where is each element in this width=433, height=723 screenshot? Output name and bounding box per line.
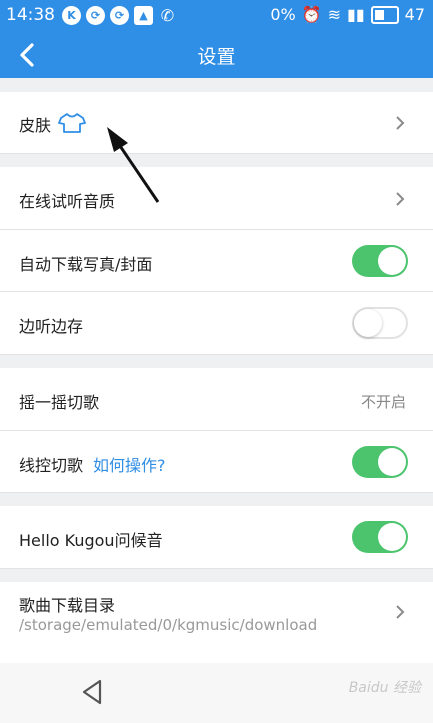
listen-and-save-toggle[interactable]	[352, 307, 408, 339]
setting-online-quality[interactable]: 在线试听音质	[0, 167, 433, 230]
greeting-label: Hello Kugou问候音	[19, 531, 163, 550]
chevron-right-icon	[396, 192, 405, 206]
setting-skin[interactable]: 皮肤	[0, 92, 433, 154]
status-right: 0% ⏰ ≋ ▮▮ 47	[270, 5, 425, 24]
tshirt-icon	[58, 113, 86, 133]
status-time: 14:38	[6, 5, 55, 25]
setting-listen-and-save: 边听边存	[0, 292, 433, 355]
system-nav-bar: Baidu 经验	[0, 663, 433, 723]
auto-download-cover-label: 自动下载写真/封面	[19, 255, 153, 274]
chevron-right-icon	[396, 116, 405, 130]
download-dir-label: 歌曲下载目录	[19, 596, 116, 615]
skin-label: 皮肤	[19, 116, 52, 135]
status-bar: 14:38 K ⟳ ⟳ ▲ ✆ 0% ⏰ ≋ ▮▮ 47	[0, 0, 433, 32]
toolbar: 设置	[0, 32, 433, 78]
toggle-knob	[378, 247, 406, 275]
battery-level: 47	[404, 5, 425, 24]
shake-switch-value: 不开启	[360, 393, 406, 411]
sync-icon-2: ⟳	[110, 6, 129, 25]
wire-control-toggle[interactable]	[352, 446, 408, 478]
wire-control-label-group: 线控切歌 如何操作?	[19, 452, 166, 476]
chevron-right-icon	[396, 605, 405, 619]
k-app-icon: K	[62, 6, 81, 25]
page-title: 设置	[197, 46, 236, 68]
watermark: Baidu 经验	[348, 680, 421, 696]
missed-call-icon: ✆	[160, 6, 175, 25]
shake-switch-label: 摇一摇切歌	[19, 393, 100, 412]
auto-download-cover-toggle[interactable]	[352, 245, 408, 277]
image-icon: ▲	[134, 6, 153, 25]
toggle-knob	[378, 448, 406, 476]
setting-wire-control: 线控切歌 如何操作?	[0, 431, 433, 493]
how-to-link[interactable]: 如何操作?	[93, 456, 166, 475]
battery-icon	[370, 5, 399, 24]
notification-icons: K ⟳ ⟳ ▲ ✆	[62, 6, 177, 25]
download-dir-path: /storage/emulated/0/kgmusic/download	[19, 616, 318, 634]
online-quality-label: 在线试听音质	[19, 192, 116, 211]
wire-control-label: 线控切歌	[19, 456, 84, 475]
alarm-icon: ⏰	[301, 5, 322, 24]
setting-shake-switch[interactable]: 摇一摇切歌 不开启	[0, 368, 433, 431]
sync-icon: ⟳	[86, 6, 105, 25]
toggle-knob	[378, 523, 406, 551]
setting-auto-download-cover: 自动下载写真/封面	[0, 230, 433, 292]
data-speed: 0%	[270, 5, 296, 24]
toggle-knob	[354, 309, 382, 337]
setting-download-dir[interactable]: 歌曲下载目录 /storage/emulated/0/kgmusic/downl…	[0, 582, 433, 663]
wifi-icon: ≋	[327, 5, 342, 24]
nav-back-triangle-icon[interactable]	[78, 677, 106, 707]
setting-greeting: Hello Kugou问候音	[0, 506, 433, 569]
listen-and-save-label: 边听边存	[19, 317, 84, 336]
signal-icon: ▮▮	[347, 5, 365, 24]
greeting-toggle[interactable]	[352, 521, 408, 553]
